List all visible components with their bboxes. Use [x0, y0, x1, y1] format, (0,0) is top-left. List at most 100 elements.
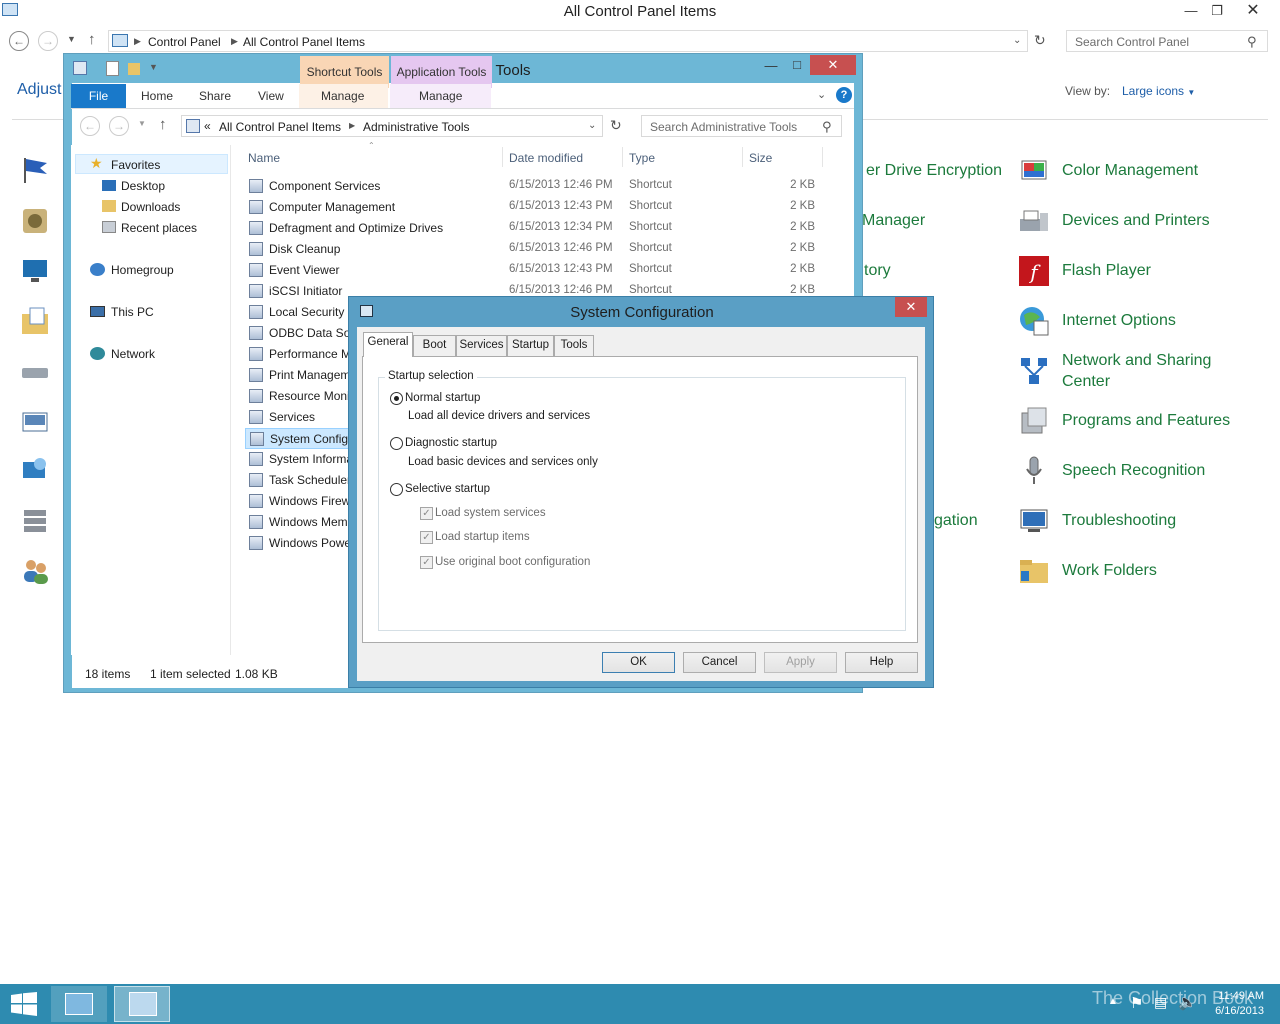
action-center-flag-icon[interactable] [20, 155, 50, 185]
normal-startup-radio[interactable] [390, 392, 403, 405]
admin-tools-minimize-button[interactable]: — [760, 55, 782, 77]
help-icon[interactable]: ? [836, 87, 852, 103]
admin-forward-button[interactable]: → [109, 116, 129, 136]
nav-this-pc[interactable]: This PC [111, 305, 154, 319]
column-header-date-modified[interactable]: Date modified [509, 151, 583, 165]
cp-item-partial-navigation[interactable]: gation [934, 510, 978, 531]
flash-player-icon[interactable]: f [1018, 255, 1050, 287]
display-icon[interactable] [20, 256, 50, 286]
properties-icon[interactable] [73, 61, 87, 75]
nav-favorites[interactable]: Favorites [111, 158, 160, 172]
folder-options-icon[interactable] [20, 306, 50, 336]
nav-desktop[interactable]: Desktop [121, 179, 165, 193]
breadcrumb-all-control-panel-items[interactable]: All Control Panel Items [219, 120, 341, 134]
ribbon-tab-file[interactable]: File [71, 84, 126, 108]
file-row[interactable]: Disk Cleanup 6/15/2013 12:46 PM Shortcut 2 … [245, 239, 825, 260]
column-header-size[interactable]: Size [749, 151, 772, 165]
tab-services[interactable]: Services [456, 335, 507, 356]
cp-item-programs-features[interactable]: Programs and Features [1062, 410, 1230, 431]
restore-button[interactable]: ❐ [1206, 0, 1228, 22]
admin-tools-close-button[interactable]: ✕ [810, 55, 856, 75]
admin-address-dropdown-icon[interactable]: ⌄ [588, 120, 596, 131]
file-row[interactable]: Computer Management 6/15/2013 12:43 PM Sho… [245, 197, 825, 218]
admin-back-button[interactable]: ← [80, 116, 100, 136]
breadcrumb-all-items[interactable]: All Control Panel Items [243, 35, 365, 49]
cp-item-partial-manager[interactable]: Manager [862, 210, 925, 231]
tab-tools[interactable]: Tools [554, 335, 594, 356]
admin-refresh-icon[interactable]: ↻ [610, 117, 622, 134]
file-row[interactable]: Event Viewer 6/15/2013 12:43 PM Shortcut 2 … [245, 260, 825, 281]
ribbon-tab-view[interactable]: View [258, 89, 284, 103]
column-header-name[interactable]: Name [248, 151, 280, 165]
address-dropdown-icon[interactable]: ⌄ [1013, 35, 1021, 46]
control-panel-search-input[interactable]: Search Control Panel ⚲ [1066, 30, 1268, 52]
cp-item-troubleshooting[interactable]: Troubleshooting [1062, 510, 1176, 531]
programs-features-icon[interactable] [1018, 405, 1050, 437]
ribbon-expand-chevron-icon[interactable]: ⌄ [817, 88, 826, 101]
ribbon-tab-manage-application[interactable]: Manage [419, 89, 462, 103]
cp-item-network-sharing[interactable]: Network and Sharing Center [1062, 350, 1252, 392]
ok-button[interactable]: OK [602, 652, 675, 673]
search-icon[interactable]: ⚲ [1247, 34, 1257, 50]
volume-tray-icon[interactable]: 🔈 [1178, 993, 1197, 1011]
tab-startup[interactable]: Startup [507, 335, 554, 356]
forward-button[interactable]: → [38, 31, 58, 51]
show-hidden-icons-icon[interactable]: ▲ [1108, 996, 1118, 1007]
color-management-icon[interactable] [1018, 155, 1050, 187]
tab-boot[interactable]: Boot [413, 335, 456, 356]
refresh-icon[interactable]: ↻ [1034, 32, 1046, 49]
selective-startup-label[interactable]: Selective startup [405, 483, 490, 495]
cp-item-partial-history[interactable]: tory [864, 260, 891, 281]
ribbon-tab-share[interactable]: Share [199, 89, 231, 103]
internet-options-icon[interactable] [1018, 305, 1050, 337]
taskbar-msconfig-button[interactable] [114, 986, 170, 1022]
admin-search-icon[interactable]: ⚲ [822, 119, 832, 135]
new-folder-icon[interactable] [128, 63, 140, 75]
admin-tools-search-input[interactable]: Search Administrative Tools ⚲ [641, 115, 842, 137]
diagnostic-startup-radio[interactable] [390, 437, 403, 450]
breadcrumb-administrative-tools[interactable]: Administrative Tools [363, 120, 470, 134]
nav-recent-places[interactable]: Recent places [121, 221, 197, 235]
load-startup-items-checkbox[interactable]: ✓ [420, 531, 433, 544]
taskbar-clock[interactable]: 11:49 AM 6/16/2013 [1215, 989, 1264, 1019]
admin-up-arrow-icon[interactable]: ↑ [159, 116, 167, 133]
view-by-dropdown[interactable]: Large icons ▼ [1122, 84, 1195, 98]
apply-button[interactable]: Apply [764, 652, 837, 673]
customize-chevron-icon[interactable]: ▼ [149, 62, 158, 72]
back-button[interactable]: ← [9, 31, 29, 51]
start-windows-icon[interactable] [10, 992, 38, 1016]
cp-item-speech-recognition[interactable]: Speech Recognition [1062, 460, 1205, 481]
admin-recent-chevron-icon[interactable]: ▼ [138, 119, 146, 128]
help-button[interactable]: Help [845, 652, 918, 673]
work-folders-icon[interactable] [1018, 555, 1050, 587]
cp-item-partial-bitlocker[interactable]: er Drive Encryption [866, 160, 1002, 181]
dialog-close-button[interactable]: ✕ [895, 297, 927, 317]
file-row[interactable]: Component Services 6/15/2013 12:46 PM Shor… [245, 176, 825, 197]
nav-homegroup[interactable]: Homegroup [111, 263, 174, 277]
devices-printers-icon[interactable] [1018, 205, 1050, 237]
keyboard-icon[interactable] [20, 358, 50, 388]
selective-startup-radio[interactable] [390, 483, 403, 496]
storage-spaces-icon[interactable] [20, 506, 50, 536]
close-button[interactable]: ✕ [1236, 0, 1270, 22]
minimize-button[interactable]: — [1180, 0, 1202, 22]
breadcrumb-control-panel[interactable]: Control Panel [148, 35, 221, 49]
control-panel-address-bar[interactable]: ▶ Control Panel ▶ All Control Panel Item… [108, 30, 1028, 52]
remoteapp-icon[interactable] [20, 456, 50, 486]
tab-general[interactable]: General [363, 332, 413, 357]
ribbon-tab-home[interactable]: Home [141, 89, 173, 103]
network-sharing-icon[interactable] [1018, 355, 1050, 387]
nav-network[interactable]: Network [111, 347, 155, 361]
nav-downloads[interactable]: Downloads [121, 200, 180, 214]
admin-tools-icon[interactable] [20, 206, 50, 236]
diagnostic-startup-label[interactable]: Diagnostic startup [405, 437, 497, 449]
network-tray-icon[interactable]: ▤ [1154, 994, 1167, 1011]
taskbar-control-panel-button[interactable] [51, 986, 107, 1022]
troubleshooting-icon[interactable] [1018, 505, 1050, 537]
cp-item-flash-player[interactable]: Flash Player [1062, 260, 1151, 281]
normal-startup-label[interactable]: Normal startup [405, 392, 480, 404]
ribbon-tab-manage-shortcut[interactable]: Manage [321, 89, 364, 103]
speech-recognition-icon[interactable] [1018, 455, 1050, 487]
load-system-services-checkbox[interactable]: ✓ [420, 507, 433, 520]
admin-tools-maximize-button[interactable]: □ [786, 54, 808, 76]
